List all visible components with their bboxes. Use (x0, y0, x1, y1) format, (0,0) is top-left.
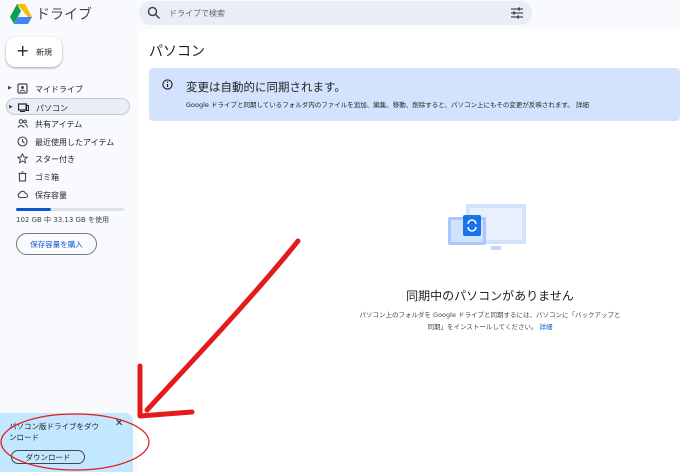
info-banner: 変更は自動的に同期されます。 Google ドライブと同期しているフォルダ内のフ… (149, 68, 680, 121)
banner-heading: 変更は自動的に同期されます。 (186, 80, 346, 94)
plus-icon: + (16, 41, 30, 60)
empty-state-title: 同期中のパソコンがありません (406, 289, 574, 303)
sidebar-item-my-drive[interactable]: ▶ マイドライブ (6, 80, 130, 98)
storage-usage-fill (16, 208, 51, 211)
page-title: パソコン (149, 44, 205, 60)
star-icon (17, 153, 28, 165)
empty-state-line1: パソコン上のフォルダを Google ドライブと同期するには、パソコンに「バック… (359, 311, 621, 319)
my-drive-icon (17, 83, 28, 94)
search-options-icon[interactable] (510, 6, 524, 20)
search-input[interactable] (169, 4, 499, 22)
sidebar-item-label: マイドライブ (35, 85, 83, 94)
info-icon (162, 79, 173, 90)
popup-message-line1: パソコン版ドライブをダウ (9, 422, 99, 431)
sidebar-nav: ▶ マイドライブ ▶ パソコン 共有アイテム 最近使用したアイテム スター付き … (6, 80, 130, 203)
sidebar-item-label: ゴミ箱 (35, 172, 59, 182)
clock-icon (17, 136, 28, 147)
search-bar[interactable] (139, 1, 532, 25)
computers-illustration-icon (448, 204, 526, 250)
app-name: ドライブ (36, 7, 92, 23)
drive-logo-icon (10, 4, 32, 24)
close-icon[interactable]: ✕ (115, 418, 123, 429)
empty-state-description: パソコン上のフォルダを Google ドライブと同期するには、パソコンに「バック… (334, 309, 646, 333)
sidebar-item-label: パソコン (36, 103, 68, 113)
shared-icon (17, 119, 28, 129)
sidebar-item-label: スター付き (35, 155, 75, 165)
sidebar-item-shared[interactable]: 共有アイテム (6, 115, 130, 133)
banner-body: Google ドライブと同期しているフォルダ内のファイルを追加、編集、移動、削除… (186, 99, 589, 109)
search-icon[interactable] (147, 6, 161, 20)
main-content: パソコン 変更は自動的に同期されます。 Google ドライブと同期しているフォ… (137, 29, 680, 472)
sidebar-item-label: 保存容量 (35, 190, 67, 200)
popup-message-line2: ンロード (9, 433, 39, 442)
new-button[interactable]: + 新規 (6, 37, 62, 67)
computer-icon (18, 102, 29, 112)
empty-state-learn-more-link[interactable]: 詳細 (540, 323, 553, 331)
new-button-label: 新規 (36, 48, 52, 57)
cloud-icon (17, 190, 28, 198)
expand-arrow-icon[interactable]: ▶ (8, 85, 12, 91)
empty-state-line2: 同期」をインストールしてください。 (427, 323, 538, 331)
sidebar-item-computers[interactable]: ▶ パソコン (6, 97, 130, 116)
sidebar-item-label: 最近使用したアイテム (35, 137, 115, 147)
sidebar-item-storage[interactable]: 保存容量 (6, 186, 130, 204)
banner-learn-more-link[interactable]: 詳細 (576, 101, 589, 109)
sidebar-item-label: 共有アイテム (35, 120, 83, 130)
trash-icon (18, 171, 27, 182)
download-button[interactable]: ダウンロード (11, 450, 85, 464)
banner-body-text: Google ドライブと同期しているフォルダ内のファイルを追加、編集、移動、削除… (186, 101, 574, 109)
expand-arrow-icon[interactable]: ▶ (9, 104, 13, 110)
sidebar-item-trash[interactable]: ゴミ箱 (6, 168, 130, 186)
download-drive-popup: パソコン版ドライブをダウ ンロード ✕ ダウンロード (0, 413, 133, 472)
sidebar-item-starred[interactable]: スター付き (6, 150, 130, 168)
storage-usage-bar (16, 208, 124, 211)
popup-message: パソコン版ドライブをダウ ンロード (9, 421, 109, 443)
buy-storage-button[interactable]: 保存容量を購入 (16, 233, 97, 255)
sidebar-item-recent[interactable]: 最近使用したアイテム (6, 133, 130, 151)
storage-usage-text: 102 GB 中 33.13 GB を使用 (16, 216, 109, 224)
